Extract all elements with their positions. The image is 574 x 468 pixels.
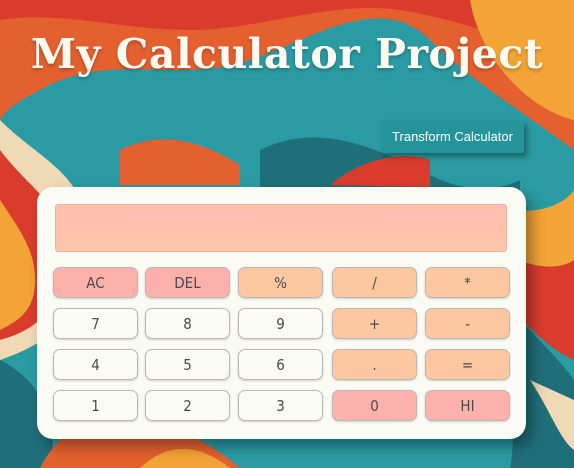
digit-1-button[interactable]: 1 — [53, 390, 138, 421]
digit-8-button[interactable]: 8 — [145, 308, 230, 339]
digit-4-button[interactable]: 4 — [53, 349, 138, 380]
page-title: My Calculator Project — [30, 30, 544, 78]
keypad: AC DEL % / * 7 8 9 + - 4 5 6 . = 1 2 3 0… — [37, 187, 526, 439]
equals-button[interactable]: = — [425, 349, 510, 380]
delete-button[interactable]: DEL — [145, 267, 230, 298]
percent-button[interactable]: % — [238, 267, 323, 298]
digit-3-button[interactable]: 3 — [238, 390, 323, 421]
divide-button[interactable]: / — [332, 267, 417, 298]
all-clear-button[interactable]: AC — [53, 267, 138, 298]
hi-button[interactable]: HI — [425, 390, 510, 421]
digit-5-button[interactable]: 5 — [145, 349, 230, 380]
digit-7-button[interactable]: 7 — [53, 308, 138, 339]
decimal-button[interactable]: . — [332, 349, 417, 380]
digit-6-button[interactable]: 6 — [238, 349, 323, 380]
transform-calculator-button[interactable]: Transform Calculator — [381, 120, 524, 153]
multiply-button[interactable]: * — [425, 267, 510, 298]
digit-2-button[interactable]: 2 — [145, 390, 230, 421]
digit-9-button[interactable]: 9 — [238, 308, 323, 339]
plus-button[interactable]: + — [332, 308, 417, 339]
calculator-panel: AC DEL % / * 7 8 9 + - 4 5 6 . = 1 2 3 0… — [37, 187, 526, 439]
minus-button[interactable]: - — [425, 308, 510, 339]
digit-0-button[interactable]: 0 — [332, 390, 417, 421]
